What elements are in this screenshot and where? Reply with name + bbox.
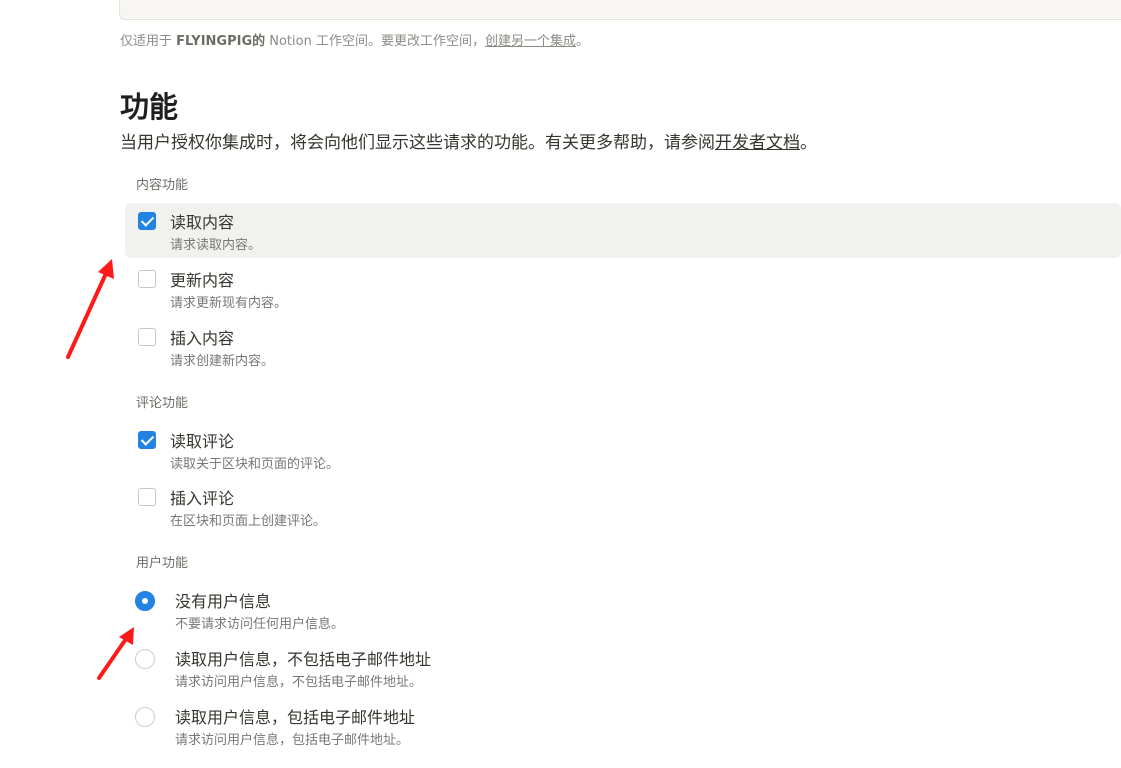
no-user-info-option[interactable]: 没有用户信息 不要请求访问任何用户信息。 xyxy=(125,582,1121,637)
read-content-option[interactable]: 读取内容 请求读取内容。 xyxy=(125,203,1121,258)
insert-comments-checkbox[interactable] xyxy=(138,488,156,506)
option-subtitle: 请求读取内容。 xyxy=(170,238,262,253)
masked-token-value: •••••••••••••••••••••••••••••••••••• xyxy=(138,0,549,5)
read-comments-checkbox[interactable] xyxy=(138,431,156,449)
capabilities-description: 当用户授权你集成时，将会向他们显示这些请求的功能。有关更多帮助，请参阅开发者文档… xyxy=(120,128,817,153)
insert-content-option[interactable]: 插入内容 请求创建新内容。 xyxy=(125,319,1121,374)
insert-comments-option[interactable]: 插入评论 在区块和页面上创建评论。 xyxy=(125,479,1121,534)
secret-token-field[interactable]: •••••••••••••••••••••••••••••••••••• xyxy=(119,0,1121,20)
workspace-note-suffix: 。 xyxy=(576,34,590,49)
comment-capabilities-label: 评论功能 xyxy=(136,396,189,411)
update-content-option[interactable]: 更新内容 请求更新现有内容。 xyxy=(125,261,1121,316)
option-subtitle: 请求访问用户信息，不包括电子邮件地址。 xyxy=(175,675,423,690)
option-subtitle: 在区块和页面上创建评论。 xyxy=(170,514,327,529)
read-content-checkbox[interactable] xyxy=(138,212,156,230)
workspace-name: FLYINGPIG的 xyxy=(176,34,266,49)
developer-docs-link[interactable]: 开发者文档 xyxy=(715,133,800,153)
option-title: 读取内容 xyxy=(170,213,235,232)
user-capabilities-label: 用户功能 xyxy=(136,556,189,571)
option-subtitle: 不要请求访问任何用户信息。 xyxy=(175,617,345,632)
read-user-info-without-email-radio[interactable] xyxy=(135,649,155,669)
workspace-note: 仅适用于 FLYINGPIG的 Notion 工作空间。要更改工作空间，创建另一… xyxy=(120,30,589,49)
no-user-info-radio[interactable] xyxy=(135,591,155,611)
option-title: 读取用户信息，包括电子邮件地址 xyxy=(175,708,416,727)
capabilities-description-text: 当用户授权你集成时，将会向他们显示这些请求的功能。有关更多帮助，请参阅 xyxy=(120,133,715,153)
option-subtitle: 请求更新现有内容。 xyxy=(170,296,288,311)
capabilities-title: 功能 xyxy=(120,90,179,124)
create-another-integration-link[interactable]: 创建另一个集成 xyxy=(485,34,576,49)
read-user-info-with-email-radio[interactable] xyxy=(135,707,155,727)
insert-content-checkbox[interactable] xyxy=(138,328,156,346)
option-title: 插入评论 xyxy=(170,489,235,508)
option-title: 更新内容 xyxy=(170,271,235,290)
option-subtitle: 读取关于区块和页面的评论。 xyxy=(170,457,340,472)
option-title: 没有用户信息 xyxy=(175,592,272,611)
read-user-info-with-email-option[interactable]: 读取用户信息，包括电子邮件地址 请求访问用户信息，包括电子邮件地址。 xyxy=(125,698,1121,753)
option-title: 读取用户信息，不包括电子邮件地址 xyxy=(175,650,432,669)
capabilities-description-suffix: 。 xyxy=(800,133,817,153)
content-capabilities-label: 内容功能 xyxy=(136,178,189,193)
update-content-checkbox[interactable] xyxy=(138,270,156,288)
read-comments-option[interactable]: 读取评论 读取关于区块和页面的评论。 xyxy=(125,422,1121,477)
option-subtitle: 请求创建新内容。 xyxy=(170,354,275,369)
integration-capabilities-page: •••••••••••••••••••••••••••••••••••• 仅适用… xyxy=(0,0,1121,768)
read-user-info-without-email-option[interactable]: 读取用户信息，不包括电子邮件地址 请求访问用户信息，不包括电子邮件地址。 xyxy=(125,640,1121,695)
option-title: 插入内容 xyxy=(170,329,235,348)
annotation-arrow-icon xyxy=(66,259,114,359)
option-title: 读取评论 xyxy=(170,432,235,451)
workspace-note-prefix: 仅适用于 xyxy=(120,34,177,49)
option-subtitle: 请求访问用户信息，包括电子邮件地址。 xyxy=(175,733,410,748)
workspace-note-middle: Notion 工作空间。要更改工作空间， xyxy=(265,34,485,49)
